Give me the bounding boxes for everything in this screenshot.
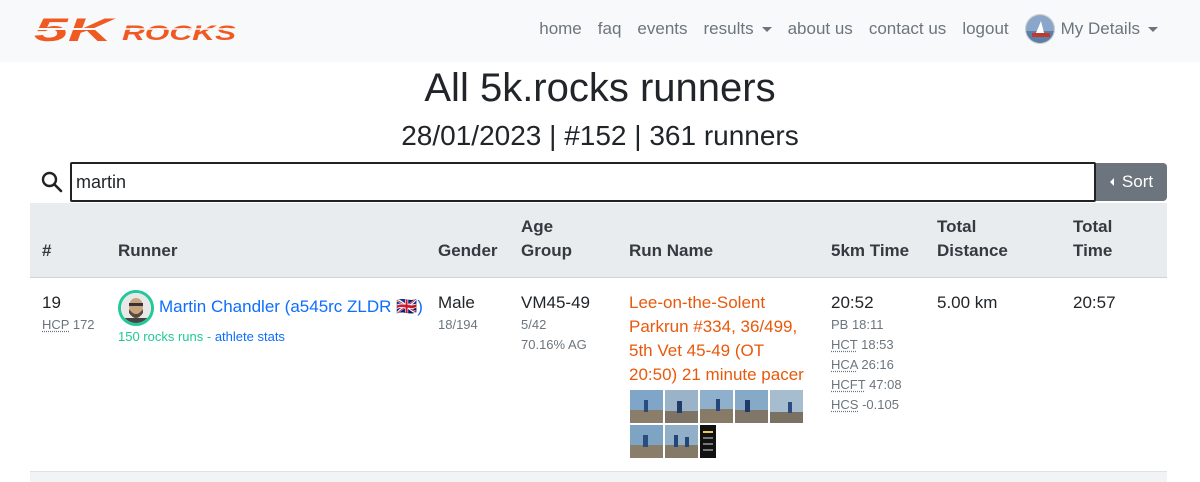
hcft-label: HCFT (831, 377, 866, 392)
pb-value: PB 18:11 (831, 317, 884, 332)
age-grade: 70.16% AG (521, 337, 587, 352)
hcft-value: 47:08 (869, 377, 902, 392)
nav-faq[interactable]: faq (598, 19, 622, 39)
hca-label: HCA (831, 357, 858, 372)
search-icon (41, 171, 63, 193)
athlete-stats-link[interactable]: athlete stats (215, 329, 285, 344)
col-header-distance-line1: Total (937, 217, 977, 236)
col-header-time-line1: Total (1073, 217, 1113, 236)
cell-run-name: Lee-on-the-Solent Parkrun #334, 36/499, … (629, 291, 811, 387)
nav-about-us[interactable]: about us (788, 19, 853, 39)
runner-meta: 150 rocks runs - athlete stats (118, 328, 285, 346)
col-header-total-distance[interactable]: Total Distance (937, 215, 1008, 263)
hcs-line: HCS -0.105 (831, 395, 902, 415)
nav-events[interactable]: events (637, 19, 687, 39)
col-header-age-line2: Group (521, 241, 572, 260)
runner-name-link[interactable]: Martin Chandler (a545rc ZLDR 🇬🇧) (159, 297, 423, 316)
time-value: 20:52 (831, 293, 874, 312)
my-details-dropdown[interactable]: My Details (1024, 14, 1158, 44)
gender-value: Male (438, 293, 475, 312)
hct-line: HCT 18:53 (831, 335, 902, 355)
page-title: All 5k.rocks runners (424, 66, 776, 110)
hcs-label: HCS (831, 397, 859, 412)
run-photo-thumbnail[interactable] (700, 390, 733, 423)
run-name-link[interactable]: Lee-on-the-Solent Parkrun #334, 36/499, … (629, 293, 804, 384)
nav-home[interactable]: home (539, 19, 582, 39)
cell-total-time: 20:57 (1073, 293, 1116, 312)
col-header-run-name[interactable]: Run Name (629, 239, 713, 263)
sort-button[interactable]: Sort (1096, 163, 1167, 201)
col-header-age-group[interactable]: Age Group (521, 215, 572, 263)
cell-5km-time: 20:52 PB 18:11 HCT 18:53 HCA 26:16 HCFT … (831, 291, 902, 415)
caret-left-icon (1109, 178, 1114, 186)
nav-results-label: results (703, 19, 754, 38)
brand-logo[interactable]: 5K ROCKS (34, 16, 238, 44)
hca-line: HCA 26:16 (831, 355, 902, 375)
hcp-line: HCP 172 (42, 315, 95, 335)
run-photo-thumbnail[interactable] (630, 390, 663, 423)
chevron-down-icon (1148, 26, 1158, 32)
hct-value: 18:53 (861, 337, 894, 352)
chevron-down-icon (761, 26, 772, 32)
svg-text:ROCKS: ROCKS (122, 22, 236, 44)
my-details-label: My Details (1060, 19, 1140, 38)
cell-runner: Martin Chandler (a545rc ZLDR 🇬🇧) (159, 295, 423, 319)
run-photo-thumbnail[interactable] (735, 390, 768, 423)
cell-gender: Male 18/194 (438, 291, 478, 335)
nav-logout[interactable]: logout (962, 19, 1008, 39)
navbar: 5K ROCKS home faq events results about u… (0, 0, 1200, 62)
cell-position: 19 HCP 172 (42, 291, 95, 335)
nav-contact-us[interactable]: contact us (869, 19, 947, 39)
age-group-position: 5/42 (521, 317, 547, 332)
gender-position: 18/194 (438, 317, 478, 332)
run-photo-thumbnail[interactable] (665, 425, 698, 458)
col-header-gender[interactable]: Gender (438, 239, 498, 263)
search-input[interactable] (70, 162, 1096, 202)
hcp-value: 172 (72, 317, 95, 332)
col-header-number[interactable]: # (42, 239, 51, 263)
nav-links: home faq events results about us contact… (523, 0, 1158, 58)
cell-total-distance: 5.00 km (937, 293, 998, 312)
col-header-age-line1: Age (521, 217, 554, 236)
hcp-label: HCP (42, 317, 70, 332)
col-header-distance-line2: Distance (937, 241, 1008, 260)
run-photo-thumbnail[interactable] (700, 425, 716, 458)
hcs-value: -0.105 (862, 397, 899, 412)
nav-results-dropdown[interactable]: results (704, 19, 772, 39)
table-bottom-band (30, 472, 1167, 482)
position-value: 19 (42, 293, 61, 312)
sort-button-label: Sort (1121, 172, 1154, 191)
hct-label: HCT (831, 337, 858, 352)
age-group-value: VM45-49 (521, 293, 590, 312)
page-subtitle: 28/01/2023 | #152 | 361 runners (401, 120, 799, 151)
table-row: 19 HCP 172 Martin Chandler (a545rc ZLDR … (30, 278, 1167, 472)
col-header-runner[interactable]: Runner (118, 239, 178, 263)
runner-avatar[interactable] (118, 290, 154, 326)
table-header: # Runner Gender Age Group Run Name 5km T… (30, 203, 1167, 278)
hca-value: 26:16 (861, 357, 894, 372)
run-photo-thumbnail[interactable] (630, 425, 663, 458)
col-header-total-time[interactable]: Total Time (1073, 215, 1112, 263)
rocks-runs-count: 150 rocks runs - (118, 329, 215, 344)
run-photo-thumbnail[interactable] (770, 390, 803, 423)
run-photo-thumbnail[interactable] (665, 390, 698, 423)
cell-age-group: VM45-49 5/42 70.16% AG (521, 291, 590, 355)
user-avatar (1024, 14, 1055, 44)
hcft-line: HCFT 47:08 (831, 375, 902, 395)
col-header-5km-time[interactable]: 5km Time (831, 239, 909, 263)
col-header-time-line2: Time (1073, 241, 1113, 260)
